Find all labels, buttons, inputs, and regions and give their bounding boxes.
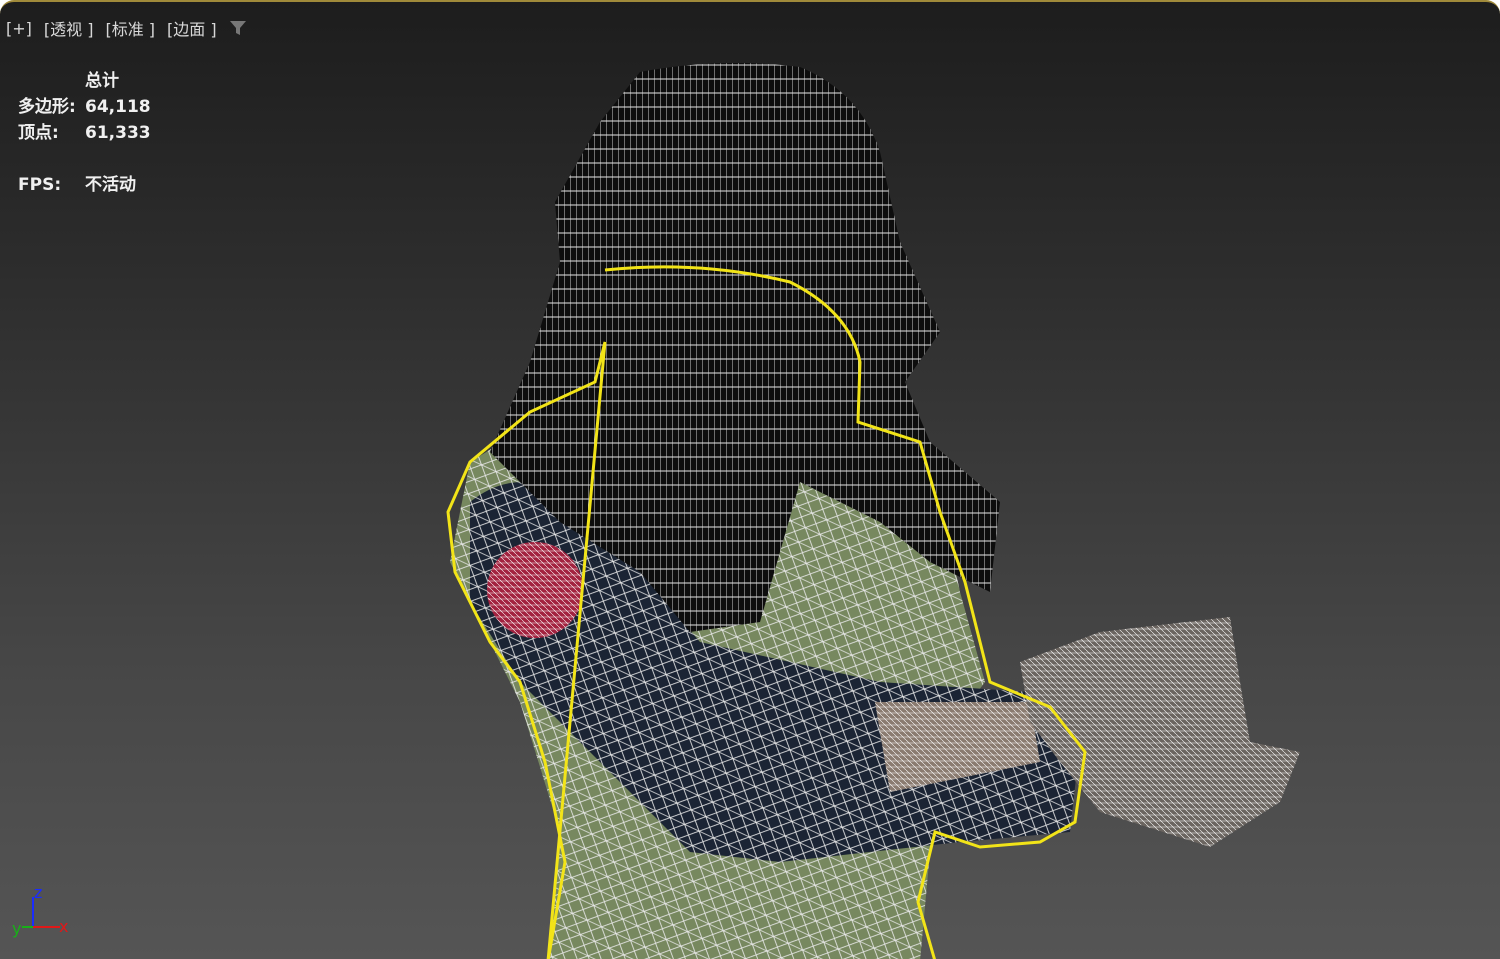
polygons-label: 多边形: [18, 97, 76, 117]
vertices-label: 顶点: [18, 123, 59, 143]
vertices-value: 61,333 [85, 123, 151, 143]
polygons-value: 64,118 [85, 97, 151, 117]
viewport-label-menu: [+] [透视 ] [标准 ] [边面 ] [6, 16, 247, 40]
fps-value: 不活动 [85, 175, 136, 195]
viewport-shading-menu[interactable]: [标准 ] [105, 16, 155, 40]
fps-label: FPS: [18, 175, 62, 195]
axis-gizmo-icon: z x y [12, 883, 68, 938]
axis-z-label: z [34, 883, 42, 902]
perspective-viewport[interactable]: [+] [透视 ] [标准 ] [边面 ] 总计 多边形: 64,118 顶点: 6… [0, 0, 1500, 959]
viewport-display-menu[interactable]: [边面 ] [167, 16, 217, 40]
axis-x-label: x [59, 917, 68, 936]
statistics-overlay: 总计 多边形: 64,118 顶点: 61,333 FPS: 不活动 [18, 68, 151, 198]
viewport-view-menu[interactable]: [透视 ] [44, 16, 94, 40]
character-wireframe-model[interactable] [0, 2, 1500, 959]
axis-y-label: y [12, 919, 21, 938]
filter-icon[interactable] [229, 19, 247, 37]
viewport-plus-menu[interactable]: [+] [6, 19, 32, 38]
stats-header: 总计 [85, 71, 119, 91]
